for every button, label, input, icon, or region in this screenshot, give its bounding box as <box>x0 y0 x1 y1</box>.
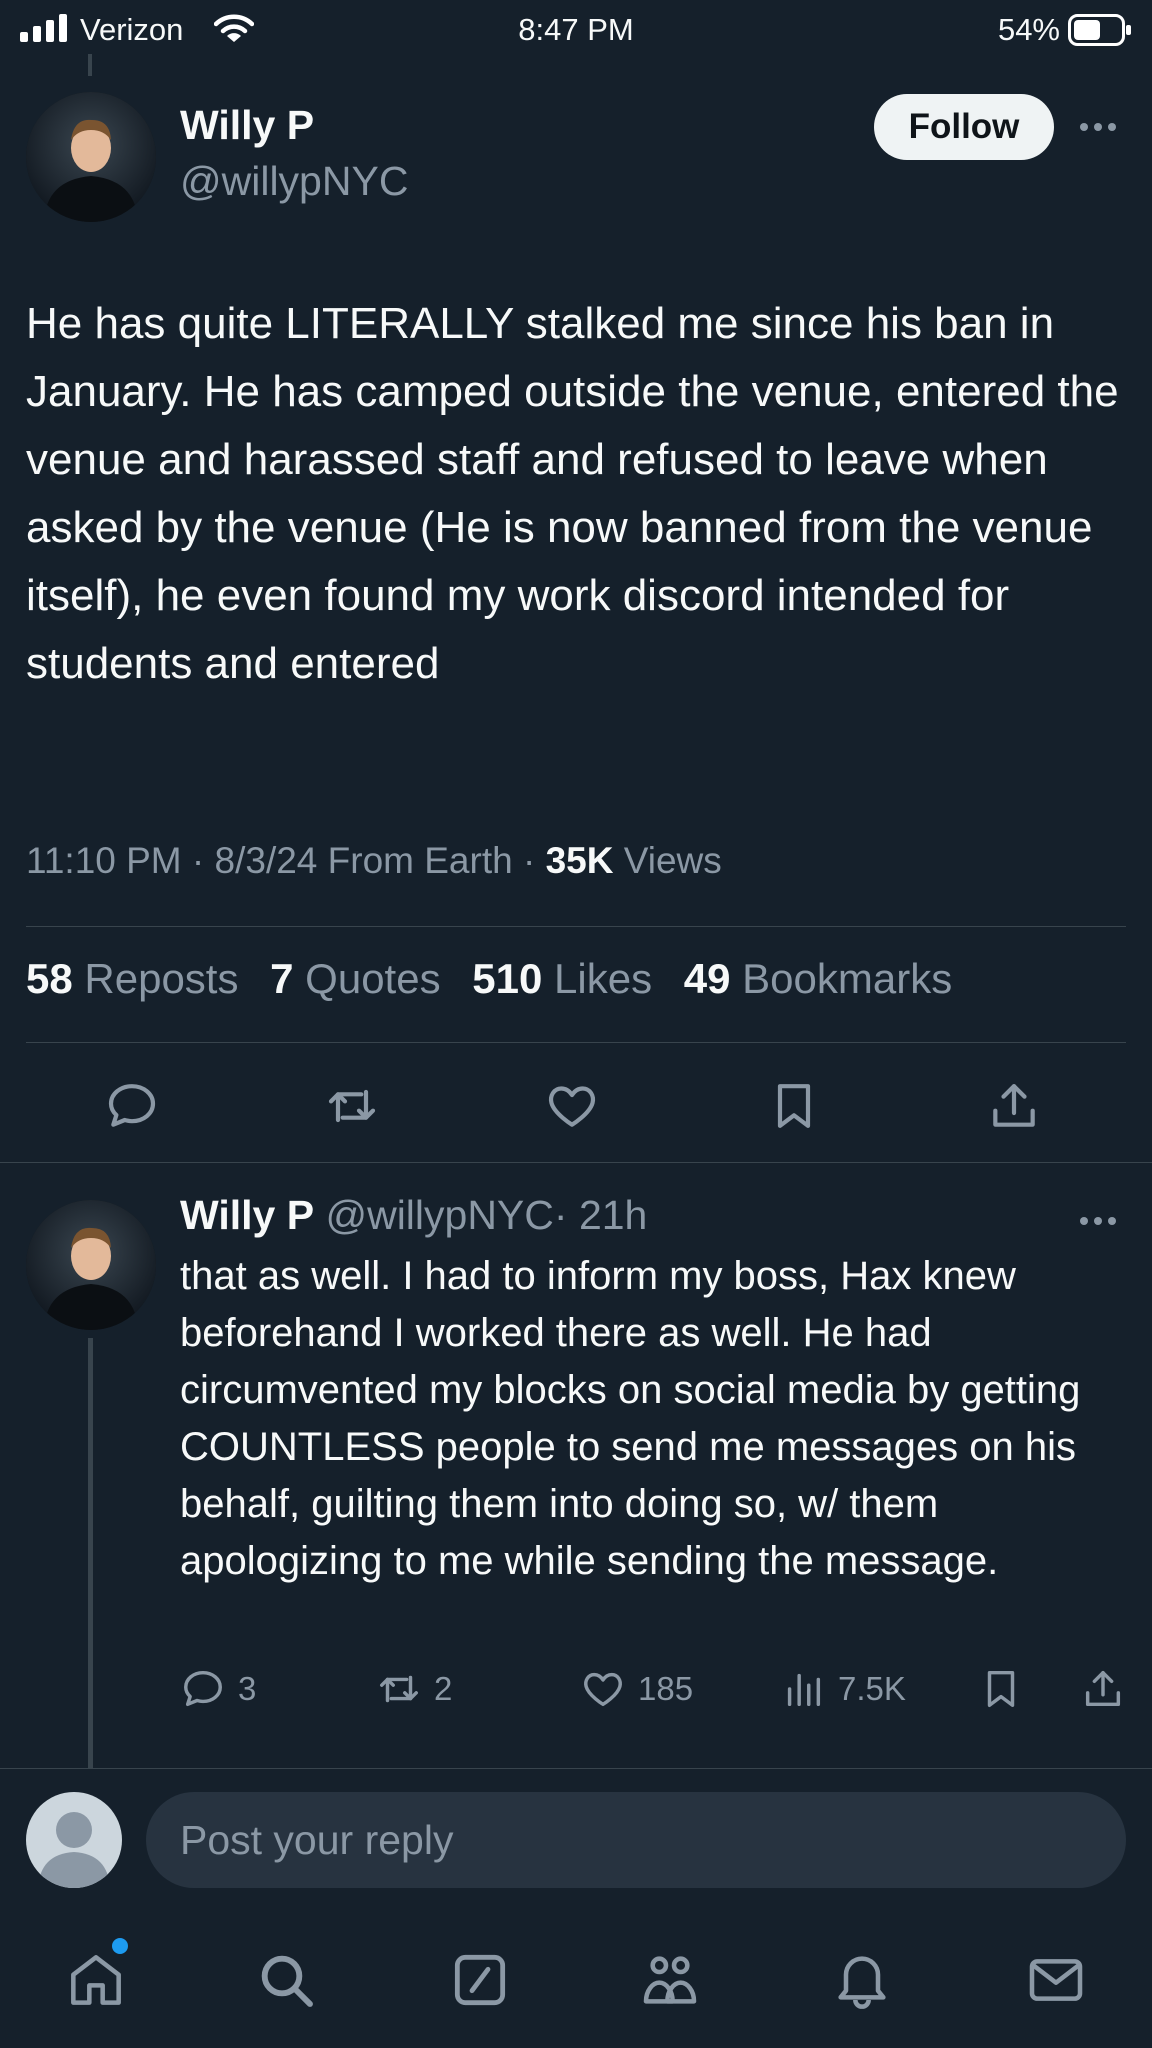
reply-age: · 21h <box>553 1192 648 1238</box>
tweet-timestamp[interactable]: 11:10 PM · 8/3/24 From Earth · <box>26 840 546 881</box>
home-icon[interactable] <box>64 1948 128 2012</box>
analytics-icon <box>780 1666 826 1712</box>
follow-button[interactable]: Follow <box>874 94 1054 160</box>
more-options-icon[interactable] <box>1078 112 1118 142</box>
status-bar: Verizon 8:47 PM 54% <box>0 0 1152 58</box>
quotes-label[interactable]: Quotes <box>305 955 440 1002</box>
reply-author-name[interactable]: Willy P <box>180 1192 314 1238</box>
reposts-label[interactable]: Reposts <box>84 955 238 1002</box>
author-name[interactable]: Willy P <box>180 102 314 149</box>
heart-icon <box>580 1666 626 1712</box>
reply-header: Willy P @willypNYC· 21h <box>180 1192 647 1239</box>
views-label: Views <box>613 840 722 881</box>
comment-icon[interactable] <box>104 1078 160 1134</box>
clock: 8:47 PM <box>518 12 634 47</box>
reposts-count[interactable]: 58 <box>26 955 73 1002</box>
reply-repost-button[interactable]: 2 <box>376 1666 452 1712</box>
thread-line <box>88 1338 93 1768</box>
likes-count[interactable]: 510 <box>472 955 542 1002</box>
grok-icon[interactable] <box>448 1948 512 2012</box>
reply-comment-button[interactable]: 3 <box>180 1666 256 1712</box>
author-handle[interactable]: @willypNYC <box>180 158 408 205</box>
view-count: 7.5K <box>838 1670 906 1707</box>
like-count: 185 <box>638 1670 694 1707</box>
bookmarks-label[interactable]: Bookmarks <box>742 955 952 1002</box>
reply-count: 3 <box>238 1670 257 1707</box>
reply-author-avatar[interactable] <box>26 1200 156 1330</box>
battery-icon <box>1068 14 1132 46</box>
reply-like-button[interactable]: 185 <box>580 1666 693 1712</box>
thread-connector <box>88 54 92 76</box>
repost-icon <box>376 1666 422 1712</box>
reply-input[interactable] <box>146 1792 1126 1888</box>
divider <box>0 1768 1152 1769</box>
messages-icon[interactable] <box>1024 1948 1088 2012</box>
tweet-meta: 11:10 PM · 8/3/24 From Earth · 35K Views <box>26 840 722 882</box>
reply-text: that as well. I had to inform my boss, H… <box>180 1254 1081 1583</box>
quotes-count[interactable]: 7 <box>270 955 293 1002</box>
heart-icon[interactable] <box>544 1078 600 1134</box>
reply-bookmark-button[interactable] <box>978 1666 1024 1712</box>
divider <box>0 1162 1152 1163</box>
reply-author-handle[interactable]: @willypNYC <box>325 1192 553 1238</box>
repost-count: 2 <box>434 1670 453 1707</box>
likes-label[interactable]: Likes <box>554 955 652 1002</box>
tweet-text: He has quite LITERALLY stalked me since … <box>26 299 1119 688</box>
more-options-icon[interactable] <box>1078 1206 1118 1236</box>
bookmark-icon[interactable] <box>766 1078 822 1134</box>
divider <box>26 1042 1126 1043</box>
comment-icon <box>180 1666 226 1712</box>
views-count: 35K <box>545 840 614 881</box>
communities-icon[interactable] <box>638 1948 702 2012</box>
search-icon[interactable] <box>254 1948 318 2012</box>
share-icon <box>1080 1666 1126 1712</box>
bookmark-icon <box>978 1666 1024 1712</box>
reply-share-button[interactable] <box>1080 1666 1126 1712</box>
notifications-icon[interactable] <box>830 1948 894 2012</box>
battery-percent: 54% <box>997 12 1060 47</box>
author-avatar[interactable] <box>26 92 156 222</box>
divider <box>26 926 1126 927</box>
reply-views-button[interactable]: 7.5K <box>780 1666 906 1712</box>
repost-icon[interactable] <box>324 1078 380 1134</box>
engagement-stats: 58 Reposts 7 Quotes 510 Likes 49 Bookmar… <box>26 955 972 1003</box>
share-icon[interactable] <box>986 1078 1042 1134</box>
bookmarks-count[interactable]: 49 <box>684 955 731 1002</box>
user-avatar[interactable] <box>26 1792 122 1888</box>
